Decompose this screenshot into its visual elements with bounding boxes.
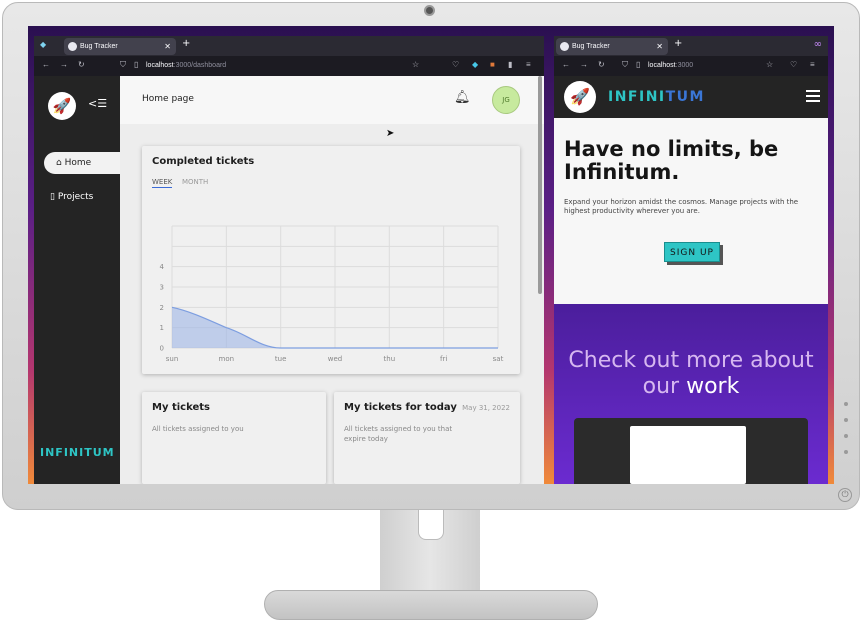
hamburger-menu-icon[interactable] bbox=[806, 90, 820, 105]
url-field[interactable]: localhost:3000/dashboard bbox=[146, 62, 226, 69]
x-tick-label: tue bbox=[275, 355, 287, 363]
back-icon[interactable]: ← bbox=[562, 60, 570, 69]
completed-tickets-chart: 0 1 2 3 4 sun mon tue wed thu fri sat bbox=[160, 225, 504, 363]
browser-menu-icon[interactable]: ◆ bbox=[40, 40, 46, 49]
reload-icon[interactable]: ↻ bbox=[78, 60, 85, 69]
favicon-icon bbox=[560, 42, 569, 51]
y-tick-label: 0 bbox=[160, 345, 164, 353]
sign-up-button[interactable]: SIGN UP bbox=[664, 242, 720, 262]
todays-tickets-card[interactable]: My tickets for today May 31, 2022 All ti… bbox=[334, 392, 520, 484]
cable-hole bbox=[418, 510, 444, 540]
rocket-logo-icon[interactable]: 🚀 bbox=[48, 92, 76, 120]
sidebar: 🚀 <☰ ⌂ Home ▯ Projects INFINITUM bbox=[34, 76, 120, 484]
rocket-logo-icon[interactable]: 🚀 bbox=[564, 81, 596, 113]
my-tickets-card[interactable]: My tickets All tickets assigned to you bbox=[142, 392, 326, 484]
clipboard-icon: ▯ bbox=[50, 192, 55, 202]
hamburger-menu-icon[interactable]: ≡ bbox=[526, 60, 531, 69]
extension-icon[interactable]: ▮ bbox=[508, 60, 512, 69]
card-title: My tickets bbox=[152, 402, 210, 413]
forward-icon[interactable]: → bbox=[580, 60, 588, 69]
new-tab-icon[interactable]: + bbox=[182, 38, 190, 49]
x-tick-label: thu bbox=[384, 355, 396, 363]
collapse-menu-icon[interactable]: <☰ bbox=[88, 97, 107, 110]
bookmark-star-icon[interactable]: ☆ bbox=[412, 60, 419, 69]
sidebar-item-label: Home bbox=[64, 158, 92, 168]
sidebar-item-home[interactable]: ⌂ Home bbox=[44, 152, 120, 174]
bookmark-star-icon[interactable]: ☆ bbox=[766, 60, 773, 69]
monitor-base bbox=[264, 590, 598, 620]
right-browser-window: Bug Tracker ✕ + ∞ ← → ↻ ⛉ ▯ localhost:30… bbox=[554, 36, 828, 484]
favicon-icon bbox=[68, 42, 77, 51]
hero-section: Have no limits, be Infinitum. Expand you… bbox=[554, 118, 828, 304]
preview-modal bbox=[630, 426, 746, 484]
card-title: My tickets for today bbox=[344, 402, 457, 413]
y-tick-label: 2 bbox=[160, 304, 164, 312]
navigation-bar: ← → ↻ ⛉ ▯ localhost:3000/dashboard ☆ ♡ ◆… bbox=[34, 56, 544, 76]
private-browsing-icon: ∞ bbox=[813, 39, 822, 50]
x-tick-label: sun bbox=[166, 355, 179, 363]
y-tick-label: 4 bbox=[160, 263, 165, 271]
page-viewport: 🚀 <☰ ⌂ Home ▯ Projects INFINITUM Home pa… bbox=[34, 76, 544, 484]
page-viewport: 🚀 INFINITUM Have no limits, be Infinitum… bbox=[554, 76, 828, 484]
hero-headline: Have no limits, be Infinitum. bbox=[564, 137, 779, 184]
x-tick-label: sat bbox=[493, 355, 504, 363]
main-content: Home page 🔔︎ JG ➤ Completed tickets WEEK… bbox=[120, 76, 544, 484]
extension-icon[interactable]: ■ bbox=[490, 60, 495, 69]
x-tick-label: wed bbox=[328, 355, 342, 363]
avatar[interactable]: JG bbox=[492, 86, 520, 114]
navigation-bar: ← → ↻ ⛉ ▯ localhost:3000 ☆ ♡ ≡ bbox=[554, 56, 828, 76]
page-title: Home page bbox=[142, 94, 194, 104]
pocket-icon[interactable]: ♡ bbox=[790, 60, 797, 69]
date-label: May 31, 2022 bbox=[462, 404, 510, 412]
forward-icon[interactable]: → bbox=[60, 60, 68, 69]
work-section: Check out more about our work bbox=[554, 304, 828, 484]
x-tick-label: fri bbox=[440, 355, 447, 363]
home-icon: ⌂ bbox=[56, 158, 62, 168]
hamburger-menu-icon[interactable]: ≡ bbox=[810, 60, 815, 69]
monitor-buttons bbox=[844, 402, 850, 466]
brand-wordmark: INFINITUM bbox=[608, 89, 705, 105]
reload-icon[interactable]: ↻ bbox=[598, 60, 605, 69]
tab-bug-tracker[interactable]: Bug Tracker ✕ bbox=[64, 38, 176, 55]
brand-wordmark: INFINITUM bbox=[40, 446, 115, 459]
bell-icon[interactable]: 🔔︎ bbox=[454, 90, 471, 105]
pocket-icon[interactable]: ♡ bbox=[452, 60, 459, 69]
completed-tickets-card: Completed tickets WEEK MONTH 0 1 2 3 4 sun mon… bbox=[142, 146, 520, 374]
webcam bbox=[424, 5, 435, 16]
tab-strip: Bug Tracker ✕ + ∞ bbox=[554, 36, 828, 56]
url-field[interactable]: localhost:3000 bbox=[648, 62, 693, 69]
close-icon[interactable]: ✕ bbox=[164, 38, 171, 55]
screen: ◆ Bug Tracker ✕ + ← → ↻ ⛉ ▯ localhost:30… bbox=[28, 26, 834, 484]
extension-icon[interactable]: ◆ bbox=[472, 60, 478, 69]
sidebar-item-label: Projects bbox=[57, 192, 94, 202]
x-tick-label: mon bbox=[219, 355, 235, 363]
page-icon: ▯ bbox=[636, 60, 641, 69]
page-icon: ▯ bbox=[134, 60, 139, 69]
work-heading: Check out more about our work bbox=[568, 348, 814, 399]
new-tab-icon[interactable]: + bbox=[674, 38, 682, 49]
sidebar-item-projects[interactable]: ▯ Projects bbox=[50, 192, 93, 202]
hero-tagline: Expand your horizon amidst the cosmos. M… bbox=[564, 198, 799, 215]
tab-title: Bug Tracker bbox=[572, 43, 610, 50]
tab-bug-tracker[interactable]: Bug Tracker ✕ bbox=[556, 38, 668, 55]
card-subtitle: All tickets assigned to you that expire … bbox=[344, 425, 453, 443]
shield-icon[interactable]: ⛉ bbox=[120, 60, 126, 70]
header: Home page 🔔︎ JG bbox=[120, 76, 544, 124]
scrollbar[interactable] bbox=[538, 76, 542, 294]
tab-title: Bug Tracker bbox=[80, 43, 118, 50]
left-browser-window: ◆ Bug Tracker ✕ + ← → ↻ ⛉ ▯ localhost:30… bbox=[34, 36, 544, 484]
y-tick-label: 1 bbox=[160, 324, 164, 332]
power-icon: ⏻ bbox=[838, 488, 852, 502]
shield-icon[interactable]: ⛉ bbox=[622, 60, 628, 70]
site-navbar: 🚀 INFINITUM bbox=[554, 76, 828, 118]
close-icon[interactable]: ✕ bbox=[656, 38, 663, 55]
tab-strip: ◆ Bug Tracker ✕ + bbox=[34, 36, 544, 56]
card-subtitle: All tickets assigned to you bbox=[152, 425, 244, 433]
y-tick-label: 3 bbox=[160, 284, 164, 292]
mouse-cursor-icon: ➤ bbox=[386, 128, 395, 139]
back-icon[interactable]: ← bbox=[42, 60, 50, 69]
app-preview-image bbox=[574, 418, 808, 484]
